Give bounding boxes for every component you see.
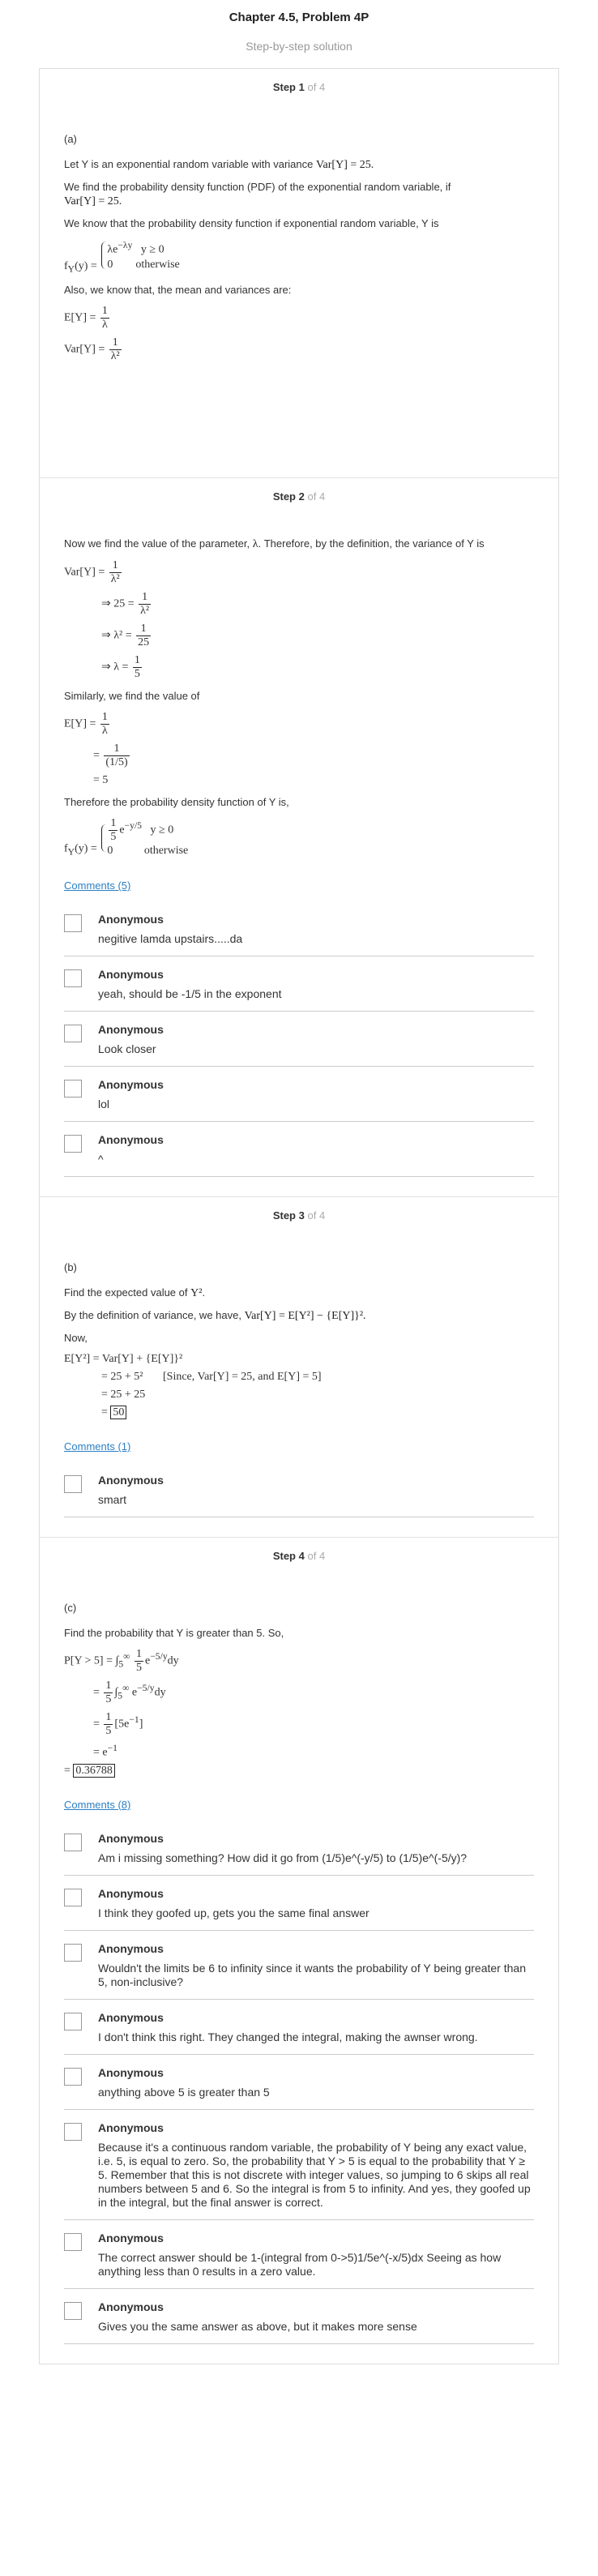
comment-checkbox[interactable]	[64, 1888, 82, 1906]
comment-checkbox[interactable]	[64, 2232, 82, 2251]
boxed-result: 0.36788	[73, 1763, 115, 1778]
comment: Anonymous anything above 5 is greater th…	[64, 2055, 534, 2110]
comment: Anonymous Gives you the same answer as a…	[64, 2289, 534, 2344]
comment-checkbox[interactable]	[64, 1475, 82, 1493]
comments-link[interactable]: Comments (5)	[64, 879, 130, 892]
step-2: Step 2 of 4 Now we find the value of the…	[40, 477, 558, 1196]
solution-card: Step 1 of 4 (a) Let Y is an exponential …	[39, 68, 559, 2364]
comment-text: Gives you the same answer as above, but …	[98, 2319, 417, 2333]
comment-text: yeah, should be -1/5 in the exponent	[98, 987, 282, 1000]
comment-checkbox[interactable]	[64, 914, 82, 932]
comment-checkbox[interactable]	[64, 2301, 82, 2320]
comment-author: Anonymous	[98, 2010, 164, 2024]
comment-checkbox[interactable]	[64, 1833, 82, 1851]
comment-text: I think they goofed up, gets you the sam…	[98, 1906, 369, 1919]
part-label: (b)	[64, 1261, 77, 1273]
second-moment-derivation: E[Y²] = Var[Y] + {E[Y]}²	[64, 1353, 183, 1365]
comment-author: Anonymous	[98, 1886, 164, 1900]
boxed-result: 50	[110, 1406, 127, 1419]
comment-author: Anonymous	[98, 2300, 164, 2313]
part-label: (a)	[64, 133, 77, 145]
comment: Anonymous The correct answer should be 1…	[64, 2220, 534, 2289]
step-text: Now,	[64, 1332, 88, 1344]
comment-text: Because it's a continuous random variabl…	[98, 2140, 531, 2209]
comment-text: Look closer	[98, 1042, 156, 1055]
comments-link[interactable]: Comments (8)	[64, 1799, 130, 1811]
comment-checkbox[interactable]	[64, 2122, 82, 2141]
comment-author: Anonymous	[98, 2065, 164, 2079]
comment-text: Am i missing something? How did it go fr…	[98, 1851, 468, 1864]
comment-text: anything above 5 is greater than 5	[98, 2085, 270, 2099]
step-header: Step 4 of 4	[272, 1550, 326, 1562]
step-1: Step 1 of 4 (a) Let Y is an exponential …	[40, 69, 558, 477]
comment-list: Anonymous negitive lamda upstairs.....da…	[64, 901, 534, 1177]
comment: Anonymous I think they goofed up, gets y…	[64, 1876, 534, 1931]
comment: Anonymous negitive lamda upstairs.....da	[64, 901, 534, 956]
step-header: Step 2 of 4	[272, 490, 326, 503]
page-subtitle: Step-by-step solution	[246, 40, 352, 53]
mean-equation: E[Y] = 1λ	[64, 304, 109, 331]
probability-derivation: P[Y > 5] = ∫5∞ 1 5 e−5/ydy	[64, 1648, 179, 1674]
page-title: Chapter 4.5, Problem 4P	[229, 11, 369, 24]
comment-text: lol	[98, 1098, 110, 1110]
pdf-result: fY(y) = 1 5 e−y/5 y ≥ 0 0 otherwise	[64, 817, 189, 858]
step-text: By the definition of variance, we have, …	[64, 1309, 366, 1322]
step-header: Step 3 of 4	[272, 1209, 326, 1222]
step-text: Also, we know that, the mean and varianc…	[64, 283, 292, 296]
step-text: Therefore the probability density functi…	[64, 796, 289, 808]
mean-derivation: E[Y] = 1λ	[64, 711, 109, 737]
comment-author: Anonymous	[98, 1474, 164, 1487]
comment-checkbox[interactable]	[64, 1080, 82, 1098]
comment-checkbox[interactable]	[64, 1135, 82, 1153]
comment-text: The correct answer should be 1-(integral…	[98, 2250, 502, 2278]
comment-text: negitive lamda upstairs.....da	[98, 932, 243, 945]
step-text: Find the probability that Y is greater t…	[64, 1627, 284, 1639]
comment-text: I don't think this right. They changed t…	[98, 2030, 478, 2043]
pdf-equation: fY(y) = λe−λy y ≥ 0 0 otherwise	[64, 240, 180, 275]
step-text: Let Y is an exponential random variable …	[64, 158, 374, 171]
comment-author: Anonymous	[98, 1078, 164, 1091]
comment: Anonymous lol	[64, 1067, 534, 1122]
comment-text: Wouldn't the limits be 6 to infinity sin…	[98, 1961, 526, 1988]
step-text: Similarly, we find the value of	[64, 690, 200, 702]
comment-checkbox[interactable]	[64, 2012, 82, 2030]
variance-derivation: Var[Y] = 1 λ²	[64, 559, 122, 585]
comment-author: Anonymous	[98, 1831, 164, 1845]
comment-author: Anonymous	[98, 1941, 164, 1955]
comment-checkbox[interactable]	[64, 2067, 82, 2086]
comment: Anonymous Wouldn't the limits be 6 to in…	[64, 1931, 534, 2000]
step-text: Now we find the value of the parameter, …	[64, 537, 485, 550]
comment: Anonymous Because it's a continuous rand…	[64, 2110, 534, 2220]
step-text: We find the probability density function…	[64, 181, 451, 208]
comment-author: Anonymous	[98, 913, 164, 926]
step-header: Step 1 of 4	[272, 81, 326, 93]
step-text: We know that the probability density fun…	[64, 217, 439, 229]
comment-author: Anonymous	[98, 2231, 164, 2244]
step-4: Step 4 of 4 (c) Find the probability tha…	[40, 1537, 558, 2364]
comment-checkbox[interactable]	[64, 1025, 82, 1042]
comment: Anonymous yeah, should be -1/5 in the ex…	[64, 956, 534, 1012]
comment-text: smart	[98, 1493, 126, 1506]
comment: Anonymous Am i missing something? How di…	[64, 1821, 534, 1876]
comment-author: Anonymous	[98, 1133, 164, 1146]
comment-text: ^	[98, 1153, 104, 1166]
comment-checkbox[interactable]	[64, 1943, 82, 1962]
variance-equation: Var[Y] = 1 λ²	[64, 336, 122, 362]
step-3: Step 3 of 4 (b) Find the expected value …	[40, 1196, 558, 1537]
step-text: Find the expected value of Y².	[64, 1286, 206, 1299]
comment-list: Anonymous smart	[64, 1462, 534, 1517]
comment-checkbox[interactable]	[64, 969, 82, 987]
comment: Anonymous I don't think this right. They…	[64, 2000, 534, 2055]
comment-author: Anonymous	[98, 2120, 164, 2134]
part-label: (c)	[64, 1602, 77, 1614]
comment-author: Anonymous	[98, 968, 164, 981]
comment: Anonymous smart	[64, 1462, 534, 1517]
comments-link[interactable]: Comments (1)	[64, 1440, 130, 1453]
comment-author: Anonymous	[98, 1023, 164, 1036]
comment: Anonymous Look closer	[64, 1012, 534, 1067]
comment-list: Anonymous Am i missing something? How di…	[64, 1821, 534, 2344]
comment: Anonymous ^	[64, 1122, 534, 1177]
